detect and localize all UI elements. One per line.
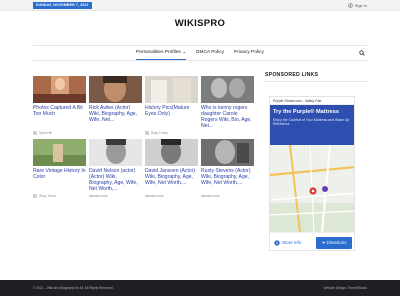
source-icon (145, 131, 149, 135)
card-thumbnail[interactable] (201, 76, 254, 103)
card-title[interactable]: Photos Captured A Bit Too Much (33, 105, 86, 131)
card-thumbnail[interactable] (89, 76, 142, 103)
card-title[interactable]: Who is kenny rogers daughter Carole Roge… (201, 105, 254, 131)
card-title[interactable]: Rusty Stevens (Actor) Wiki, Biography, A… (201, 168, 254, 194)
ad-store-label[interactable]: Purple Showroom - Valley Fair (270, 97, 354, 105)
sidebar: SPONSORED LINKS Purple Showroom - Valley… (265, 72, 367, 251)
signin-link[interactable]: Sign in (347, 2, 367, 9)
card-source: wikispro.com (201, 194, 220, 198)
sidebar-heading: SPONSORED LINKS (265, 72, 367, 82)
main-nav: Personalities Profiles ⌄ DMCA Policy Pri… (0, 46, 400, 60)
directions-icon: ➜ (321, 240, 326, 245)
card-title[interactable]: Rick Aviles (Actor) Wiki, Biography, Age… (89, 105, 142, 131)
ad-actions: Store info ➜ Directions (270, 232, 354, 250)
card-thumbnail[interactable] (145, 76, 198, 103)
signin-label: Sign in (354, 3, 367, 8)
list-item[interactable]: David Janssen (Actor) Wiki, Biography, A… (145, 139, 198, 198)
ad-headline: Try the Purple® Mattress (273, 109, 339, 115)
card-thumbnail[interactable] (89, 139, 142, 166)
search-icon[interactable] (359, 50, 365, 56)
nav-divider-bottom (33, 60, 367, 61)
card-title[interactable]: Rare Vintage History In Color (33, 168, 86, 194)
list-item[interactable]: Rick Aviles (Actor) Wiki, Biography, Age… (89, 76, 142, 131)
nav-item-privacy-policy[interactable]: Privacy Policy (234, 46, 264, 60)
info-icon (274, 240, 280, 246)
card-source: Daily Funny (145, 131, 198, 135)
user-icon (347, 3, 353, 8)
top-bar: SUNDAY, NOVEMBER 7, 2021 Sign in (0, 0, 400, 11)
ad-banner[interactable]: Try the Purple® Mattress Enjoy the Comfo… (270, 105, 354, 145)
card-source: wikispro.com (89, 194, 108, 198)
card-source: wikispro.com (145, 194, 164, 198)
card-title[interactable]: History Pics(Mature Eyes Only) (145, 105, 198, 131)
footer-copyright: © 2021 – Wiki and Biography for All. All… (33, 286, 114, 290)
list-item[interactable]: Photos Captured A Bit Too Much Sport Hil… (33, 76, 86, 135)
list-item[interactable]: Who is kenny rogers daughter Carole Roge… (201, 76, 254, 131)
directions-button[interactable]: ➜ Directions (316, 237, 352, 249)
card-thumbnail[interactable] (201, 139, 254, 166)
list-item[interactable]: Rare Vintage History In Color Glory Tren… (33, 139, 86, 198)
card-thumbnail[interactable] (33, 139, 86, 166)
list-item[interactable]: History Pics(Mature Eyes Only) Daily Fun… (145, 76, 198, 135)
card-source: Sport Hill (33, 131, 86, 135)
nav-item-personalities-profiles[interactable]: Personalities Profiles ⌄ (136, 46, 187, 60)
nav-item-dmca-policy[interactable]: DMCA Policy (196, 46, 224, 60)
source-icon (33, 194, 37, 198)
ad-map[interactable] (270, 145, 355, 232)
card-title[interactable]: David Janssen (Actor) Wiki, Biography, A… (145, 168, 198, 194)
sponsored-ad[interactable]: Purple Showroom - Valley Fair Try the Pu… (269, 96, 355, 251)
ad-body: Enjoy the Comfort of Your Mattress and W… (273, 118, 350, 127)
list-item[interactable]: Rusty Stevens (Actor) Wiki, Biography, A… (201, 139, 254, 198)
date-badge: SUNDAY, NOVEMBER 7, 2021 (33, 2, 92, 9)
list-item[interactable]: David Nelson (actor) (Actor) Wiki, Biogr… (89, 139, 142, 198)
footer: © 2021 – Wiki and Biography for All. All… (0, 280, 400, 296)
store-info-button[interactable]: Store info (274, 238, 301, 248)
card-thumbnail[interactable] (33, 76, 86, 103)
site-logo[interactable]: WIKISPRO (0, 18, 400, 29)
card-thumbnail[interactable] (145, 139, 198, 166)
card-source: Glory Trend (33, 194, 86, 198)
footer-credit[interactable]: Website Design: ThemeStacks (324, 286, 367, 290)
source-icon (33, 131, 37, 135)
card-title[interactable]: David Nelson (actor) (Actor) Wiki, Biogr… (89, 168, 142, 194)
